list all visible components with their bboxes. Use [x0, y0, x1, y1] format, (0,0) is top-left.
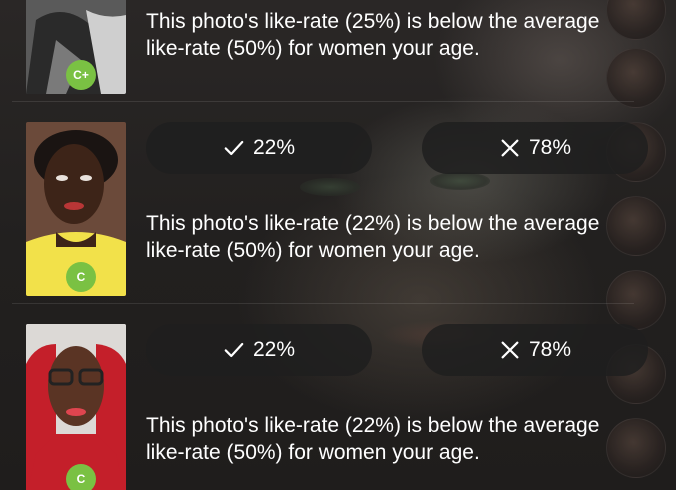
photo-feedback-screen: C+ This photo's like-rate (25%) is below… [0, 0, 676, 490]
photo-result-row: C 22% 78% This photo's like-rate (22%) i… [0, 102, 660, 302]
like-rate-message-line: This photo's like-rate (25%) is below th… [146, 10, 600, 33]
x-icon [501, 341, 519, 359]
like-percent-button[interactable]: 22% [146, 122, 372, 174]
like-rate-message: This photo's like-rate (25%) is below th… [146, 8, 646, 62]
dislike-percent: 78% [528, 136, 572, 159]
like-rate-message-line: like-rate (50%) for women your age. [146, 239, 480, 262]
photo-result-row: C 22% 78% This photo's like-rate (22%) i… [0, 304, 660, 490]
grade-badge: C [66, 464, 96, 490]
x-icon [501, 139, 519, 157]
like-rate-message-line: This photo's like-rate (22%) is below th… [146, 212, 600, 235]
like-rate-message-line: This photo's like-rate (22%) is below th… [146, 414, 600, 437]
dislike-percent-button[interactable]: 78% [422, 122, 648, 174]
dislike-percent: 78% [528, 338, 572, 361]
like-rate-message-line: like-rate (50%) for women your age. [146, 441, 480, 464]
checkmark-icon [224, 342, 244, 358]
like-percent: 22% [252, 136, 296, 159]
photo-thumbnail[interactable]: C [26, 122, 126, 296]
photo-result-row: C+ This photo's like-rate (25%) is below… [0, 0, 660, 100]
dislike-percent-button[interactable]: 78% [422, 324, 648, 376]
like-rate-message: This photo's like-rate (22%) is below th… [146, 412, 646, 466]
checkmark-icon [224, 140, 244, 156]
grade-badge: C+ [66, 60, 96, 90]
photo-thumbnail[interactable]: C+ [26, 0, 126, 94]
like-percent: 22% [252, 338, 296, 361]
like-percent-button[interactable]: 22% [146, 324, 372, 376]
like-rate-message-line: like-rate (50%) for women your age. [146, 37, 480, 60]
photo-thumbnail[interactable]: C [26, 324, 126, 490]
like-rate-message: This photo's like-rate (22%) is below th… [146, 210, 646, 264]
grade-badge: C [66, 262, 96, 292]
